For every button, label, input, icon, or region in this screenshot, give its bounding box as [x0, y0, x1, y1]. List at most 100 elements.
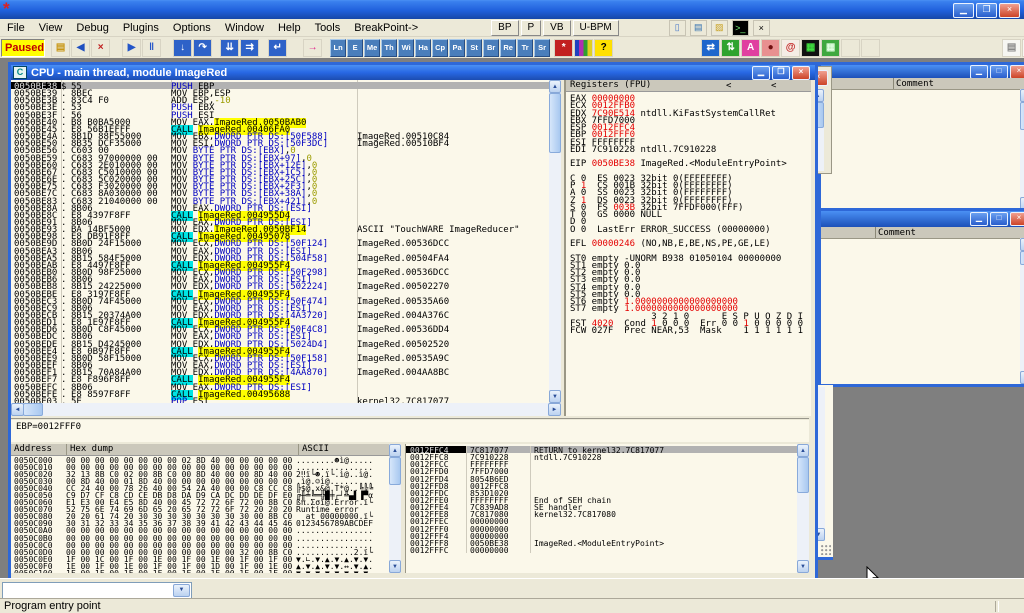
disasm-row[interactable]: 0050BE7C.C683 8A030000 00MOV BYTE PTR DS… [11, 189, 549, 196]
scroll-thumb[interactable] [23, 403, 43, 416]
toolbar-letter-ha[interactable]: Ha [415, 39, 431, 57]
disasm-row[interactable]: 0050BE8A.8B06MOV EAX,DWORD PTR DS:[ESI] [11, 204, 549, 211]
register-line[interactable]: Z 1 DS 0023 32bit 0(FFFFFFFF) [566, 196, 811, 203]
dump-row[interactable]: 0050C0C000 00 00 00 00 00 00 00 00 00 00… [11, 541, 389, 548]
comment-column-header[interactable]: Comment [821, 227, 1024, 239]
disasm-row[interactable]: 0050BEA3.8B06MOV EAX,DWORD PTR DS:[ESI] [11, 247, 549, 254]
restart-icon[interactable]: ◀ [71, 39, 90, 57]
run-icon[interactable]: ▶ [122, 39, 141, 57]
dump-header-ascii[interactable]: ASCII [299, 444, 389, 455]
dump-row[interactable]: 0050C0B000 00 00 00 00 00 00 00 00 00 00… [11, 534, 389, 541]
scroll-down-icon[interactable]: ▼ [549, 390, 561, 403]
resize-grip[interactable] [821, 545, 831, 555]
stack-row[interactable]: 0012FFFC00000000 [406, 546, 797, 553]
disasm-row[interactable]: 0050BE67.C683 C5010000 00MOV BYTE PTR DS… [11, 168, 549, 175]
disasm-row[interactable]: 0050BEBE.E8 3197F8FFCALL ImageRed.004955… [11, 290, 549, 297]
disasm-row[interactable]: 0050BE56.C603 00MOV BYTE PTR DS:[EBX],0 [11, 146, 549, 153]
toolbar-letter-th[interactable]: Th [381, 39, 397, 57]
side-window-middle[interactable]: ▁ □ × Comment ▲ ▼ [818, 208, 1024, 387]
scroll-right-icon[interactable]: ► [548, 403, 561, 416]
disasm-row[interactable]: 0050BE83.C683 21040000 00MOV BYTE PTR DS… [11, 197, 549, 204]
register-line[interactable]: EDX 7C90E514 ntdll.KiFastSystemCallRet [566, 109, 811, 116]
pause-icon[interactable]: ‖ [142, 39, 161, 57]
scroll-up-icon[interactable]: ▲ [797, 444, 809, 457]
disasm-row[interactable]: 0050BE3F.56PUSH ESI [11, 111, 549, 118]
notepad-icon[interactable]: ▯ [669, 20, 686, 36]
disasm-row[interactable]: 0050BE3E.53PUSH EBX [11, 103, 549, 110]
scroll-down-icon[interactable]: ▼ [797, 560, 809, 573]
disasm-row[interactable]: 0050BE3B.83C4 F0ADD ESP,-10 [11, 96, 549, 103]
register-line[interactable]: ESI FFFFFFFF [566, 138, 811, 145]
windows-list-icon[interactable]: ▤ [1002, 39, 1021, 57]
disasm-row[interactable]: 0050BE9D.8B0D 24F15000MOV ECX,DWORD PTR … [11, 239, 549, 246]
disasm-row[interactable]: 0050BEC3.8B0D 74F45000MOV ECX,DWORD PTR … [11, 297, 549, 304]
menu-item-file[interactable]: File [0, 21, 32, 35]
dump-row[interactable]: 0050C08020 20 61 74 20 30 30 30 30 30 30… [11, 512, 389, 519]
scrollbar[interactable]: ▲ ▼ [1020, 89, 1024, 210]
disasm-row[interactable]: 0050BE38$55PUSH EBP [11, 82, 549, 89]
dump-row[interactable]: 0050C0E01F 00 1C 00 1F 00 1E 00 1F 00 1E… [11, 555, 389, 562]
disasm-row[interactable]: 0050BE91.8B06MOV EAX,DWORD PTR DS:[ESI] [11, 218, 549, 225]
register-line[interactable]: ST7 empty 1.0000000000000000000 [566, 304, 811, 311]
register-line[interactable]: P 1 CS 001B 32bit 0(FFFFFFFF) [566, 181, 811, 188]
stack-row[interactable]: 0012FFC87C910228ntdll.7C910228 [406, 453, 797, 460]
menu-item-debug[interactable]: Debug [69, 21, 115, 35]
menu-item-tools[interactable]: Tools [308, 21, 348, 35]
disasm-row[interactable]: 0050BE93.BA 14BF5000MOV EDX,ImageRed.005… [11, 225, 549, 232]
stack-row[interactable]: 0012FFEC00000000 [406, 517, 797, 524]
highlight-icon[interactable]: A [741, 39, 760, 57]
disasm-row[interactable]: 0050BED6.8B0D C8F45000MOV ECX,DWORD PTR … [11, 325, 549, 332]
scroll-down-icon[interactable]: ▼ [1020, 371, 1024, 384]
scroll-up-icon[interactable]: ▲ [389, 444, 401, 457]
stack-row[interactable]: 0012FFD07FFD7000 [406, 467, 797, 474]
menu-item-options[interactable]: Options [166, 21, 218, 35]
toolbar-letter-me[interactable]: Me [364, 39, 380, 57]
disasm-row[interactable]: 0050BE8C.E8 4397F8FFCALL ImageRed.004955… [11, 211, 549, 218]
disasm-hscrollbar[interactable]: ◄ ► [11, 403, 561, 416]
disasm-row[interactable]: 0050BEFE.E8 8597F8FFCALL ImageRed.004956… [11, 390, 549, 397]
toolbar-letter-ln[interactable]: Ln [330, 39, 346, 57]
register-line[interactable]: ECX 0012FFB0 [566, 101, 811, 108]
toolbar-letter-br[interactable]: Br [483, 39, 499, 57]
close-icon[interactable]: × [792, 66, 810, 80]
toolbar-letter-st[interactable]: St [466, 39, 482, 57]
register-line[interactable]: ST4 empty 0.0 [566, 283, 811, 290]
animate-into-icon[interactable]: ⇊ [220, 39, 239, 57]
disasm-row[interactable]: 0050BEF7.E8 F896F8FFCALL ImageRed.004955… [11, 375, 549, 382]
register-line[interactable]: EAX 00000000 [566, 94, 811, 101]
register-line[interactable]: C 0 ES 0023 32bit 0(FFFFFFFF) [566, 174, 811, 181]
empty-slot-icon[interactable] [861, 39, 880, 57]
minimize-button[interactable]: ▁ [970, 212, 988, 226]
side-window-middle-titlebar[interactable]: ▁ □ × [821, 211, 1024, 227]
register-line[interactable]: ST2 empty 0.0 [566, 268, 811, 275]
dump-row[interactable]: 0050C0A000 00 00 00 00 00 00 00 00 00 00… [11, 526, 389, 533]
dump-vscrollbar[interactable]: ▲ ▼ [389, 444, 401, 573]
disasm-row[interactable]: 0050BE45.E8 56B1EFFFCALL ImageRed.00406F… [11, 125, 549, 132]
maximize-button[interactable]: □ [990, 65, 1008, 79]
register-line[interactable]: FST 4020 Cond 1 0 0 0 Err 0 0 1 0 0 0 0 … [566, 319, 811, 326]
close-icon[interactable]: × [1010, 65, 1024, 79]
disasm-vscrollbar[interactable]: ▲ ▼ [549, 80, 561, 403]
disasm-row[interactable]: 0050BE6E.C683 5C020000 00MOV BYTE PTR DS… [11, 175, 549, 182]
disasm-row[interactable]: 0050BEB0.8B0D 98F25000MOV ECX,DWORD PTR … [11, 268, 549, 275]
scroll-thumb[interactable] [797, 457, 809, 493]
side-window-top-titlebar[interactable]: ▁ □ × [821, 65, 1024, 78]
minimize-button[interactable]: ▁ [953, 3, 974, 18]
scroll-thumb[interactable] [1020, 102, 1024, 130]
disasm-row[interactable]: 0050BEE4.E8 0B97F8FFCALL ImageRed.004955… [11, 347, 549, 354]
dump-row[interactable]: 0050C09030 31 32 33 34 35 36 37 38 39 41… [11, 519, 389, 526]
toolbar-letter-sr[interactable]: Sr [534, 39, 550, 57]
plugin-button-ubpm[interactable]: U-BPM [573, 20, 619, 36]
register-line[interactable]: S 0 FS 003B 32bit 7FFDF000(FFF) [566, 203, 811, 210]
close-program-icon[interactable]: × [91, 39, 110, 57]
dump-row[interactable]: 0050C060E1 E3 00 E4 E5 8D 40 00 45 72 72… [11, 498, 389, 505]
collapse-icon[interactable]: < [726, 81, 731, 91]
dump-row[interactable]: 0050C0D000 00 00 00 00 00 00 00 00 00 00… [11, 548, 389, 555]
stack-row[interactable]: 0012FFF80050BE38ImageRed.<ModuleEntryPoi… [406, 539, 797, 546]
chevron-down-icon[interactable]: ▼ [173, 584, 190, 597]
dump-row[interactable]: 0050C0F01E 00 1F 00 1E 00 1F 00 1F 00 1D… [11, 562, 389, 569]
updown-icon[interactable]: ⇅ [721, 39, 740, 57]
disasm-row[interactable]: 0050BEA5.8B15 584F5000MOV EDX,DWORD PTR … [11, 254, 549, 261]
register-line[interactable]: FCW 027F Prec NEAR,53 Mask 1 1 1 1 1 1 [566, 326, 811, 333]
register-line[interactable]: A 0 SS 0023 32bit 0(FFFFFFFF) [566, 188, 811, 195]
